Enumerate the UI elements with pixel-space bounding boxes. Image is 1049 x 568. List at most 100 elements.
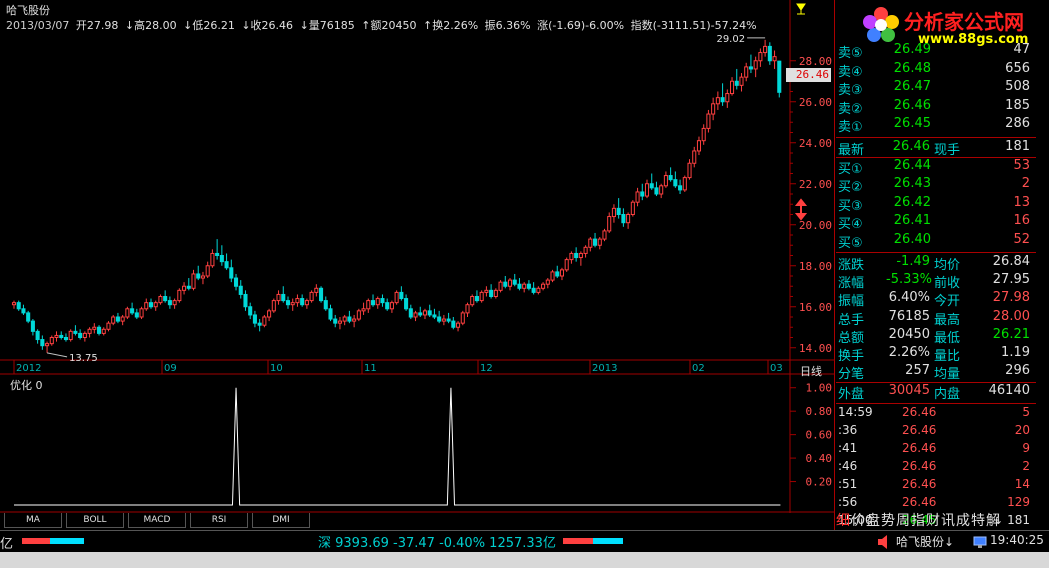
tab-macd[interactable]: MACD: [128, 513, 186, 528]
high-annotation: 29.02: [716, 34, 745, 45]
func-index[interactable]: 指: [911, 513, 925, 529]
candle-body: [630, 201, 635, 215]
sell-row-3[interactable]: 卖③ 26.47 508: [836, 79, 1036, 98]
sell-row-1-label: 卖①: [838, 120, 863, 135]
period-label[interactable]: 日线: [800, 363, 822, 379]
tab-dmi[interactable]: DMI: [252, 513, 310, 528]
function-bar: 细价盘势周指财讯成特解: [836, 510, 1047, 530]
indicator-name: 优化 0: [10, 379, 43, 392]
stat-row-5[interactable]: 换手 2.26% 量比 1.19: [836, 345, 1036, 364]
tab-ma[interactable]: MA: [4, 513, 62, 528]
tab-rsi[interactable]: RSI: [190, 513, 248, 528]
chart-area[interactable]: 哈飞股份 2013/03/07 开27.98 ↓高28.00 ↓低26.21 ↓…: [0, 0, 835, 530]
candle-body: [692, 150, 697, 164]
current-price-tag: 26.46: [786, 68, 831, 82]
buy-row-4[interactable]: 买④ 26.41 16: [836, 213, 1036, 232]
sell-row-1[interactable]: 卖① 26.45 286: [836, 116, 1036, 135]
sell-row-1-price: 26.45: [893, 116, 931, 131]
outer-inner-row-value2: 46140: [988, 383, 1030, 399]
buy-row-1-volume: 53: [1013, 157, 1030, 173]
tick-row[interactable]: :41 26.46 9: [836, 441, 1036, 459]
candle-body: [626, 214, 631, 224]
func-news[interactable]: 讯: [941, 513, 955, 529]
candle-body: [35, 330, 40, 341]
buy-row-2[interactable]: 买② 26.43 2: [836, 176, 1036, 195]
func-price[interactable]: 价: [851, 513, 865, 529]
func-deal[interactable]: 成: [956, 513, 970, 529]
candle-body: [328, 308, 333, 320]
tick-row[interactable]: :36 26.46 20: [836, 423, 1036, 441]
candle-body: [389, 302, 394, 310]
candle-body: [87, 328, 92, 334]
stat-row-0[interactable]: 涨跌 -1.49 均价 26.84: [836, 254, 1036, 273]
candle-body: [49, 337, 54, 345]
stat-row-1-label: 涨幅: [838, 276, 865, 292]
func-book[interactable]: 盘: [866, 513, 880, 529]
chart-svg[interactable]: 28.00 26.00 24.00 22.00 20.00 18.00 16.00 14.00…: [0, 0, 835, 530]
stat-row-2[interactable]: 振幅 6.40% 今开 27.98: [836, 290, 1036, 309]
func-special[interactable]: 特: [971, 513, 985, 529]
func-explain[interactable]: 解: [986, 513, 1000, 529]
candle-body: [522, 283, 527, 289]
sell-row-3-label: 卖③: [838, 83, 863, 98]
candle-body: [16, 302, 21, 310]
latest-row[interactable]: 最新 26.46 现手 181: [836, 139, 1036, 158]
candle-body: [215, 252, 220, 256]
candle-body: [300, 298, 305, 306]
low-marker-line: [46, 352, 68, 358]
sell-row-2-price: 26.46: [893, 97, 931, 113]
candle-body: [720, 97, 725, 103]
buy-row-5[interactable]: 买⑤ 26.40 52: [836, 232, 1036, 251]
stat-row-6[interactable]: 分笔 257 均量 296: [836, 363, 1036, 382]
sell-row-2[interactable]: 卖② 26.46 185: [836, 97, 1036, 117]
status-index[interactable]: 深 9393.69 -37.47 -0.40% 1257.33亿: [318, 532, 556, 551]
window-frame-bottom: [0, 552, 1049, 568]
stat-row-1-label2: 前收: [934, 276, 961, 292]
status-stock[interactable]: 哈飞股份↓: [896, 533, 954, 550]
tick-row[interactable]: 14:59 26.46 5: [836, 405, 1036, 423]
indicator-tabs: MA BOLL MACD RSI DMI: [0, 513, 835, 529]
candle-body: [271, 300, 276, 312]
stat-row-1[interactable]: 涨幅 -5.33% 前收 27.95: [836, 272, 1036, 292]
candle-body: [545, 279, 550, 285]
outer-inner-row-label2: 内盘: [934, 387, 961, 403]
candle-body: [659, 185, 664, 195]
candle-body: [644, 183, 650, 197]
sell-row-4[interactable]: 卖④ 26.48 656: [836, 61, 1036, 80]
date-label: 09: [164, 363, 177, 374]
candle-body: [725, 93, 730, 103]
tick-row[interactable]: :51 26.46 14: [836, 477, 1036, 495]
stat-row-3[interactable]: 总手 76185 最高 28.00: [836, 309, 1036, 328]
outer-inner-row[interactable]: 外盘 30045 内盘 46140: [836, 383, 1036, 403]
func-finance[interactable]: 财: [926, 513, 940, 529]
stat-row-2-value2: 27.98: [992, 290, 1030, 306]
tick-volume: 2: [1022, 459, 1030, 474]
candle-body: [451, 320, 456, 328]
candle-body: [578, 252, 583, 259]
candle-body: [309, 291, 314, 302]
sell-row-3-volume: 508: [1005, 79, 1030, 94]
candle-body: [753, 60, 758, 70]
candle-body: [238, 285, 243, 295]
candle-body: [182, 285, 187, 291]
candle-body: [404, 298, 409, 310]
func-trend[interactable]: 势: [881, 513, 895, 529]
func-week[interactable]: 周: [896, 513, 910, 529]
date-label: 03: [770, 363, 783, 374]
buy-row-1[interactable]: 买① 26.44 53: [836, 157, 1036, 177]
status-bar-down-meter-2: [593, 538, 623, 544]
candle-body: [63, 337, 68, 341]
stat-row-4[interactable]: 总额 20450 最低 26.21: [836, 327, 1036, 346]
func-detail[interactable]: 细: [836, 513, 850, 529]
candle-body: [153, 302, 158, 308]
candle-body: [498, 281, 503, 291]
candle-body: [347, 316, 352, 322]
candle-body: [276, 293, 281, 302]
tick-row[interactable]: :46 26.46 2: [836, 459, 1036, 477]
stat-row-1-value2: 27.95: [992, 272, 1030, 288]
speaker-icon[interactable]: [876, 534, 892, 550]
buy-row-3[interactable]: 买③ 26.42 13: [836, 195, 1036, 214]
candle-body: [314, 287, 319, 293]
indicator-axis-label: 0.60: [806, 429, 833, 442]
tab-boll[interactable]: BOLL: [66, 513, 124, 528]
